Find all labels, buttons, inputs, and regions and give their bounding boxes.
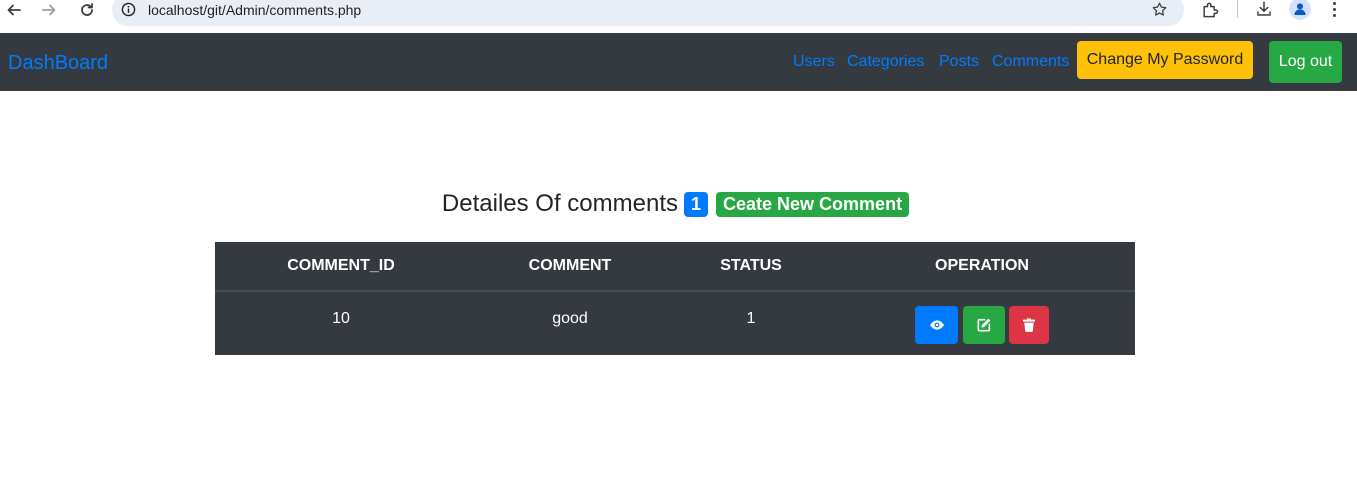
site-info-icon[interactable]: [121, 2, 136, 17]
profile-avatar-icon[interactable]: [1289, 0, 1311, 20]
extensions-icon[interactable]: [1200, 0, 1220, 20]
cell-status: 1: [746, 310, 756, 327]
page-title: Detailes Of comments: [441, 190, 678, 217]
cell-comment: good: [552, 310, 588, 327]
delete-comment-button[interactable]: [1009, 306, 1049, 344]
cell-comment-id: 10: [332, 310, 350, 327]
toolbar-divider: [1237, 0, 1238, 18]
back-icon[interactable]: [3, 0, 25, 20]
reload-icon[interactable]: [76, 0, 98, 20]
column-header-comment: COMMENT: [528, 257, 612, 274]
nav-link-categories[interactable]: Categories: [847, 52, 924, 72]
nav-link-posts[interactable]: Posts: [939, 52, 979, 72]
column-header-operation: OPERATION: [935, 257, 1029, 274]
forward-icon[interactable]: [38, 0, 60, 20]
edit-icon: [977, 318, 991, 332]
column-header-status: STATUS: [720, 257, 782, 274]
view-comment-button[interactable]: [915, 306, 958, 344]
nav-link-users[interactable]: Users: [793, 52, 835, 72]
comments-table: COMMENT_ID COMMENT STATUS OPERATION 10 g…: [215, 242, 1135, 355]
brand-link[interactable]: DashBoard: [8, 51, 108, 75]
trash-icon: [1023, 318, 1035, 332]
download-icon[interactable]: [1255, 0, 1273, 18]
create-comment-button[interactable]: Ceate New Comment: [716, 191, 910, 217]
eye-icon: [929, 320, 944, 330]
change-password-button[interactable]: Change My Password: [1077, 41, 1253, 79]
edit-comment-button[interactable]: [963, 306, 1005, 344]
page-heading: Detailes Of comments 1 Ceate New Comment: [0, 190, 1357, 218]
comment-count-badge: 1: [684, 191, 709, 217]
top-navbar: DashBoard Users Categories Posts Comment…: [0, 33, 1357, 91]
browser-toolbar: localhost/git/Admin/comments.php: [0, 0, 1357, 33]
url-text[interactable]: localhost/git/Admin/comments.php: [148, 2, 361, 18]
logout-button[interactable]: Log out: [1269, 41, 1342, 83]
column-header-comment-id: COMMENT_ID: [287, 257, 395, 274]
nav-link-comments[interactable]: Comments: [992, 52, 1069, 72]
browser-menu-icon[interactable]: [1327, 0, 1341, 18]
bookmark-star-icon[interactable]: [1151, 1, 1168, 18]
table-row: 10 good 1: [215, 293, 1135, 355]
table-header-row: COMMENT_ID COMMENT STATUS OPERATION: [215, 242, 1135, 292]
